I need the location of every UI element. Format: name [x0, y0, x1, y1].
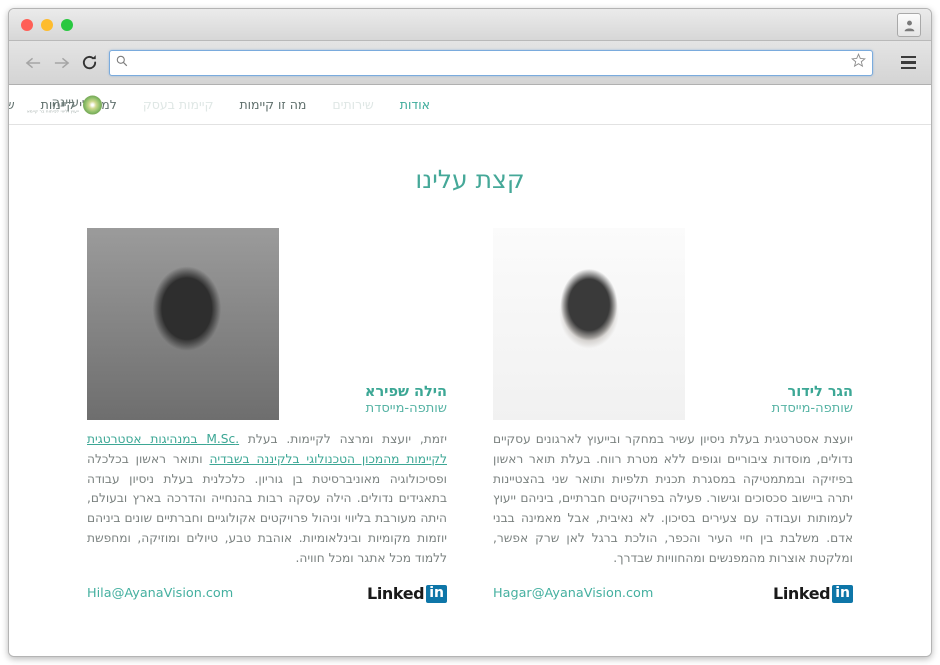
nav-ghost-services: שירותים	[332, 97, 374, 112]
search-icon	[116, 55, 128, 70]
bio-text-part2: ותואר ראשון בכלכלה ופסיכולוגיה מאוניברסי…	[87, 451, 447, 565]
forward-button[interactable]	[47, 49, 75, 77]
person-role-hila: שותפה-מייסדת	[365, 401, 447, 416]
linkedin-in-icon: in	[832, 585, 853, 603]
hamburger-menu-icon	[900, 55, 916, 59]
bio-footer-hagar: Linked in Hagar@AyanaVision.com	[493, 584, 853, 603]
page-title: קצת עלינו	[415, 165, 525, 194]
minimize-window-button[interactable]	[41, 19, 53, 31]
browser-window: עיינה ייעוץ וליווי לפיתוח בר קיימא אודות…	[8, 8, 932, 657]
team-bios: הגר לידור שותפה-מייסדת יועצת אסטרטגית בע…	[9, 228, 931, 603]
nav-item-about[interactable]: אודות	[387, 97, 443, 112]
person-name-hila: הילה שפירא	[364, 384, 447, 400]
logo-circle-icon	[83, 95, 103, 114]
site-navigation: עיינה ייעוץ וליווי לפיתוח בר קיימא אודות…	[9, 85, 931, 125]
bio-card-hagar: הגר לידור שותפה-מייסדת יועצת אסטרטגית בע…	[493, 228, 853, 603]
address-bar[interactable]	[109, 49, 873, 76]
window-titlebar	[9, 9, 931, 41]
profile-avatar-button[interactable]	[897, 13, 921, 37]
browser-menu-button[interactable]	[895, 49, 921, 77]
bookmark-star-icon[interactable]	[851, 53, 866, 72]
email-link-hagar[interactable]: Hagar@AyanaVision.com	[493, 586, 653, 601]
nav-item-services[interactable]: שירותים	[9, 97, 28, 112]
bio-text-part1: יזמת, יועצת ומרצה לקיימות. בעלת	[239, 432, 447, 446]
linkedin-link-hila[interactable]: Linked in	[367, 584, 447, 603]
back-arrow-icon	[25, 57, 40, 68]
logo-tagline: ייעוץ וליווי לפיתוח בר קיימא	[27, 108, 80, 113]
bio-card-hila: הילה שפירא שותפה-מייסדת יזמת, יועצת ומרצ…	[87, 228, 447, 603]
linkedin-in-icon: in	[426, 585, 447, 603]
person-bio-hila: יזמת, יועצת ומרצה לקיימות. בעלת .M.Sc במ…	[87, 430, 447, 568]
email-link-hila[interactable]: Hila@AyanaVision.com	[87, 586, 233, 601]
bio-footer-hila: Linked in Hila@AyanaVision.com	[87, 584, 447, 603]
address-bar-input[interactable]	[134, 54, 847, 71]
back-button[interactable]	[19, 49, 47, 77]
person-role-hagar: שותפה-מייסדת	[771, 401, 853, 416]
linkedin-link-hagar[interactable]: Linked in	[773, 584, 853, 603]
linkedin-word: Linked	[367, 584, 425, 604]
window-controls	[21, 19, 73, 31]
profile-avatar-icon	[904, 20, 914, 31]
page-content: עיינה ייעוץ וליווי לפיתוח בר קיימא אודות…	[9, 85, 931, 656]
maximize-window-button[interactable]	[61, 19, 73, 31]
reload-button[interactable]	[75, 49, 103, 77]
site-logo[interactable]: עיינה ייעוץ וליווי לפיתוח בר קיימא	[27, 95, 103, 114]
linkedin-word: Linked	[773, 584, 831, 604]
reload-icon	[82, 55, 96, 70]
nav-ghost-biz: קיימות בעסק	[142, 97, 214, 112]
person-name-hagar: הגר לידור	[787, 384, 854, 400]
person-bio-hagar: יועצת אסטרטגית בעלת ניסיון עשיר במחקר וב…	[493, 432, 853, 565]
browser-toolbar	[9, 41, 931, 85]
nav-item-what-is[interactable]: מה זו קיימות	[226, 97, 319, 112]
forward-arrow-icon	[54, 57, 69, 68]
close-window-button[interactable]	[21, 19, 33, 31]
